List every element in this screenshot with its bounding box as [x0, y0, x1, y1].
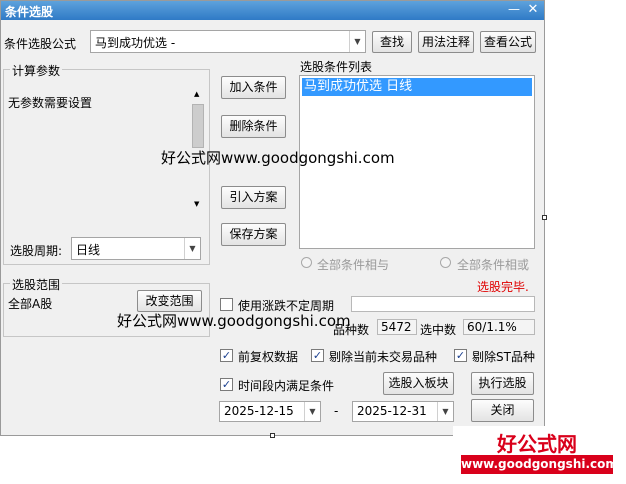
formula-combo[interactable]: 马到成功优选 - ▼	[90, 30, 366, 53]
add-condition-button[interactable]: 加入条件	[221, 76, 286, 99]
range-value: 全部A股	[8, 297, 53, 311]
selected-count-label: 选中数	[420, 323, 457, 337]
site-logo: 好公式网 www.goodgongshi.com	[453, 426, 621, 480]
minimize-icon[interactable]: —	[506, 2, 522, 18]
import-scheme-button[interactable]: 引入方案	[221, 186, 286, 209]
watermark-text-bottom: 好公式网www.goodgongshi.com	[117, 312, 351, 330]
usage-notes-button[interactable]: 用法注释	[418, 31, 474, 53]
exclude-untraded-label: 剔除当前未交易品种	[329, 350, 438, 364]
exclude-st-label: 剔除ST品种	[472, 350, 535, 364]
scroll-down-icon[interactable]: ▼	[194, 200, 199, 208]
change-range-button[interactable]: 改变范围	[137, 290, 202, 312]
exclude-st-checkbox[interactable]: ✓	[454, 349, 467, 362]
delete-condition-button[interactable]: 删除条件	[221, 115, 286, 138]
radio-or-label: 全部条件相或	[457, 258, 530, 272]
zdf-input[interactable]	[351, 296, 535, 312]
close-button[interactable]: 关闭	[471, 399, 534, 422]
start-date-value: 2025-12-15	[224, 404, 294, 418]
resize-handle-bottom[interactable]	[270, 433, 275, 438]
start-date-picker[interactable]: 2025-12-15 ▼	[219, 401, 321, 422]
time-period-label: 时间段内满足条件	[238, 379, 335, 393]
radio-and[interactable]	[301, 257, 312, 268]
view-formula-button[interactable]: 查看公式	[480, 31, 536, 53]
time-period-checkbox[interactable]: ✓	[220, 378, 233, 391]
end-date-picker[interactable]: 2025-12-31 ▼	[352, 401, 454, 422]
chevron-down-icon[interactable]: ▼	[349, 31, 365, 52]
params-group-title: 计算参数	[10, 62, 63, 79]
scroll-up-icon[interactable]: ▲	[194, 90, 199, 98]
radio-or[interactable]	[440, 257, 451, 268]
to-block-button[interactable]: 选股入板块	[383, 372, 454, 395]
end-date-value: 2025-12-31	[357, 404, 427, 418]
close-icon[interactable]: ✕	[525, 2, 541, 18]
logo-title: 好公式网	[497, 432, 577, 456]
selected-count-value: 60/1.1%	[463, 319, 535, 335]
resize-handle-right[interactable]	[542, 215, 547, 220]
title-bar[interactable]: 条件选股 — ✕	[1, 1, 544, 20]
dialog-window: 条件选股 — ✕ 条件选股公式 马到成功优选 - ▼ 查找 用法注释 查看公式 …	[0, 0, 545, 436]
radio-and-label: 全部条件相与	[317, 258, 390, 272]
scroll-thumb[interactable]	[192, 104, 204, 148]
conditions-title: 选股条件列表	[300, 60, 373, 74]
condition-item[interactable]: 马到成功优选 日线	[302, 78, 532, 96]
status-message: 选股完毕.	[477, 280, 529, 294]
logo-url: www.goodgongshi.com	[461, 455, 618, 474]
window-title: 条件选股	[5, 5, 54, 19]
qfq-checkbox[interactable]: ✓	[220, 349, 233, 362]
exclude-untraded-checkbox[interactable]: ✓	[311, 349, 324, 362]
date-separator: -	[334, 404, 339, 418]
watermark-text-top: 好公式网www.goodgongshi.com	[161, 149, 395, 167]
chevron-down-icon[interactable]: ▼	[184, 238, 200, 259]
pin-count-value: 5472	[377, 319, 417, 335]
period-value: 日线	[76, 243, 101, 257]
save-scheme-button[interactable]: 保存方案	[221, 223, 286, 246]
execute-button[interactable]: 执行选股	[471, 372, 534, 395]
formula-label: 条件选股公式	[4, 37, 77, 51]
params-message: 无参数需要设置	[8, 96, 93, 110]
qfq-label: 前复权数据	[238, 350, 299, 364]
period-label: 选股周期:	[10, 244, 63, 258]
formula-value: 马到成功优选 -	[95, 36, 176, 50]
find-button[interactable]: 查找	[372, 31, 412, 53]
chevron-down-icon[interactable]: ▼	[437, 402, 453, 421]
range-group-title: 选股范围	[10, 276, 63, 293]
period-combo[interactable]: 日线 ▼	[71, 237, 201, 260]
chevron-down-icon[interactable]: ▼	[304, 402, 320, 421]
